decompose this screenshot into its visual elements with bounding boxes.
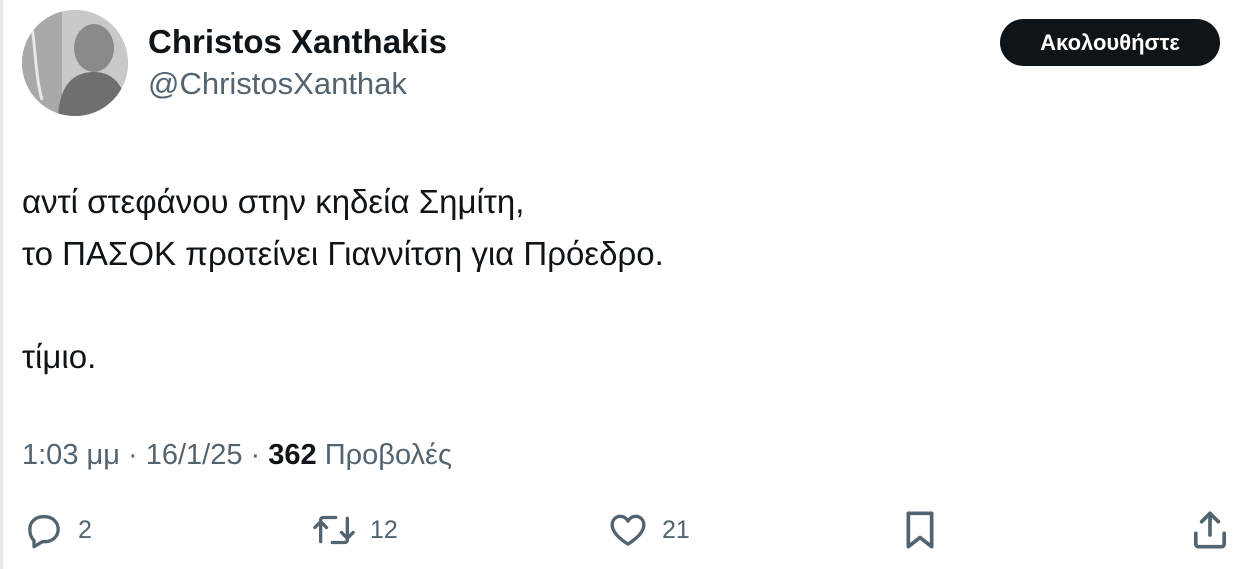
views-label: Προβολές [324, 439, 452, 471]
tweet-time[interactable]: 1:03 μμ [22, 439, 120, 471]
tweet-text-line: το ΠΑΣΟΚ προτείνει Γιαννίτση για Πρόεδρο… [22, 235, 664, 272]
retweet-count: 12 [370, 516, 398, 544]
avatar[interactable] [22, 10, 128, 116]
tweet-text-line: αντί στεφάνου στην κηδεία Σημίτη, [22, 183, 525, 220]
meta-separator: · [127, 439, 138, 471]
views-count: 362 [268, 439, 317, 471]
follow-button[interactable]: Ακολουθήστε [1000, 19, 1220, 66]
retweet-button[interactable]: 12 [312, 508, 398, 552]
meta-separator: · [250, 439, 261, 471]
share-icon [1194, 511, 1226, 549]
reply-button[interactable]: 2 [24, 508, 92, 552]
tweet-meta: 1:03 μμ · 16/1/25 · 362 Προβολές [22, 436, 452, 474]
tweet-text-line: τίμιο. [22, 338, 97, 375]
share-button[interactable] [1190, 508, 1230, 552]
heart-icon [610, 514, 646, 546]
like-button[interactable]: 21 [608, 508, 690, 552]
bookmark-icon [906, 511, 934, 549]
retweet-icon [313, 515, 355, 545]
reply-icon [28, 515, 60, 549]
author-display-name[interactable]: Christos Xanthakis [148, 22, 447, 62]
author-handle[interactable]: @ChristosXanthak [148, 65, 407, 103]
avatar-photo [22, 10, 128, 116]
reply-count: 2 [78, 516, 92, 544]
tweet-date[interactable]: 16/1/25 [146, 439, 243, 471]
bookmark-button[interactable] [900, 508, 940, 552]
like-count: 21 [662, 516, 690, 544]
left-divider [0, 0, 3, 569]
